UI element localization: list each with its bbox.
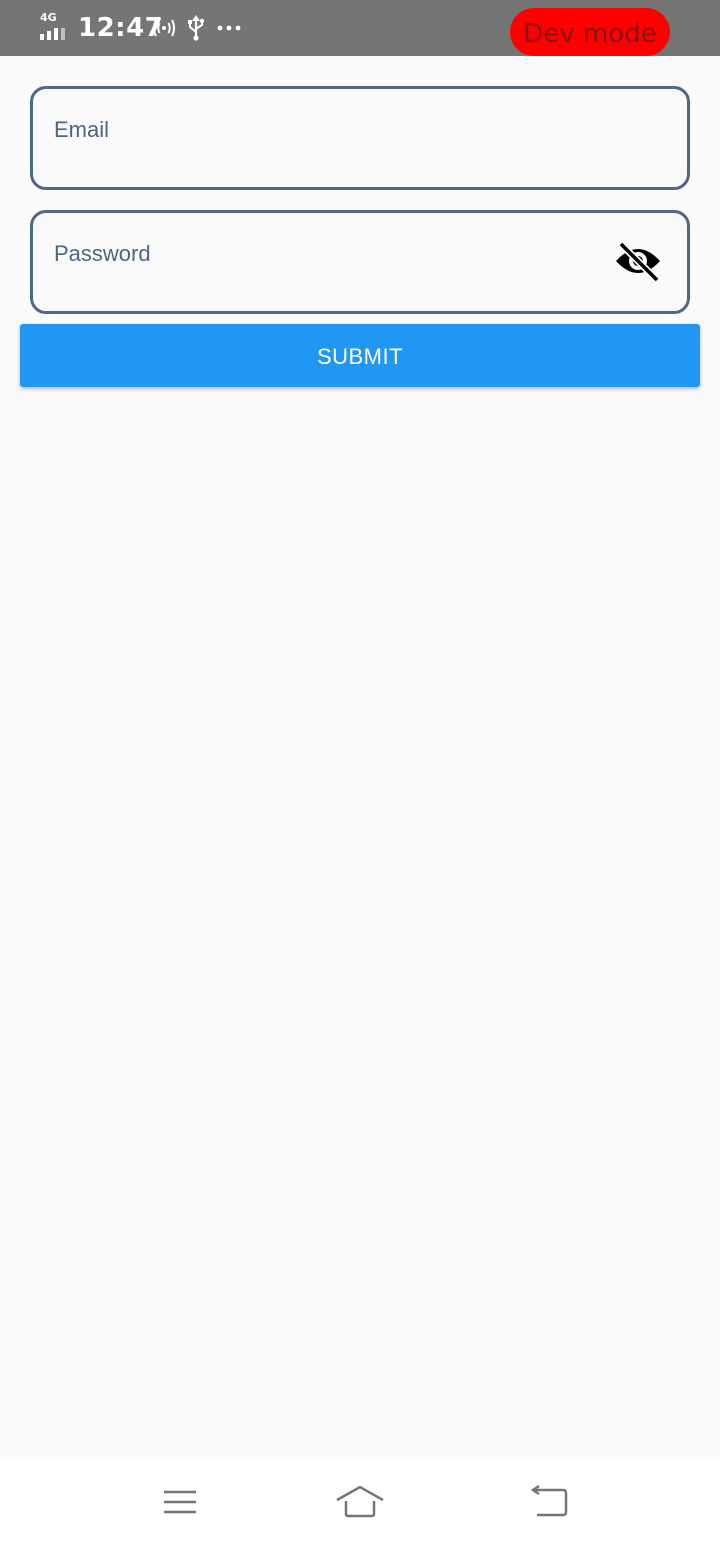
dev-mode-badge: Dev mode <box>510 8 670 56</box>
email-field-container <box>30 81 690 190</box>
back-icon[interactable] <box>525 1484 575 1522</box>
navigation-bar <box>0 1460 720 1544</box>
signal-icon: 4G <box>40 12 70 40</box>
hotspot-icon <box>153 19 175 37</box>
usb-icon <box>188 15 205 41</box>
password-input[interactable] <box>54 205 594 303</box>
submit-button[interactable]: SUBMIT <box>20 324 700 387</box>
status-bar: 4G 12:47 Dev mode <box>0 0 720 56</box>
password-field-container <box>30 205 690 314</box>
home-icon[interactable] <box>335 1484 385 1522</box>
network-type: 4G <box>40 11 57 24</box>
more-notifications-icon <box>217 25 241 31</box>
email-input[interactable] <box>54 81 594 179</box>
menu-icon[interactable] <box>155 1484 205 1522</box>
visibility-off-icon[interactable] <box>613 239 663 283</box>
